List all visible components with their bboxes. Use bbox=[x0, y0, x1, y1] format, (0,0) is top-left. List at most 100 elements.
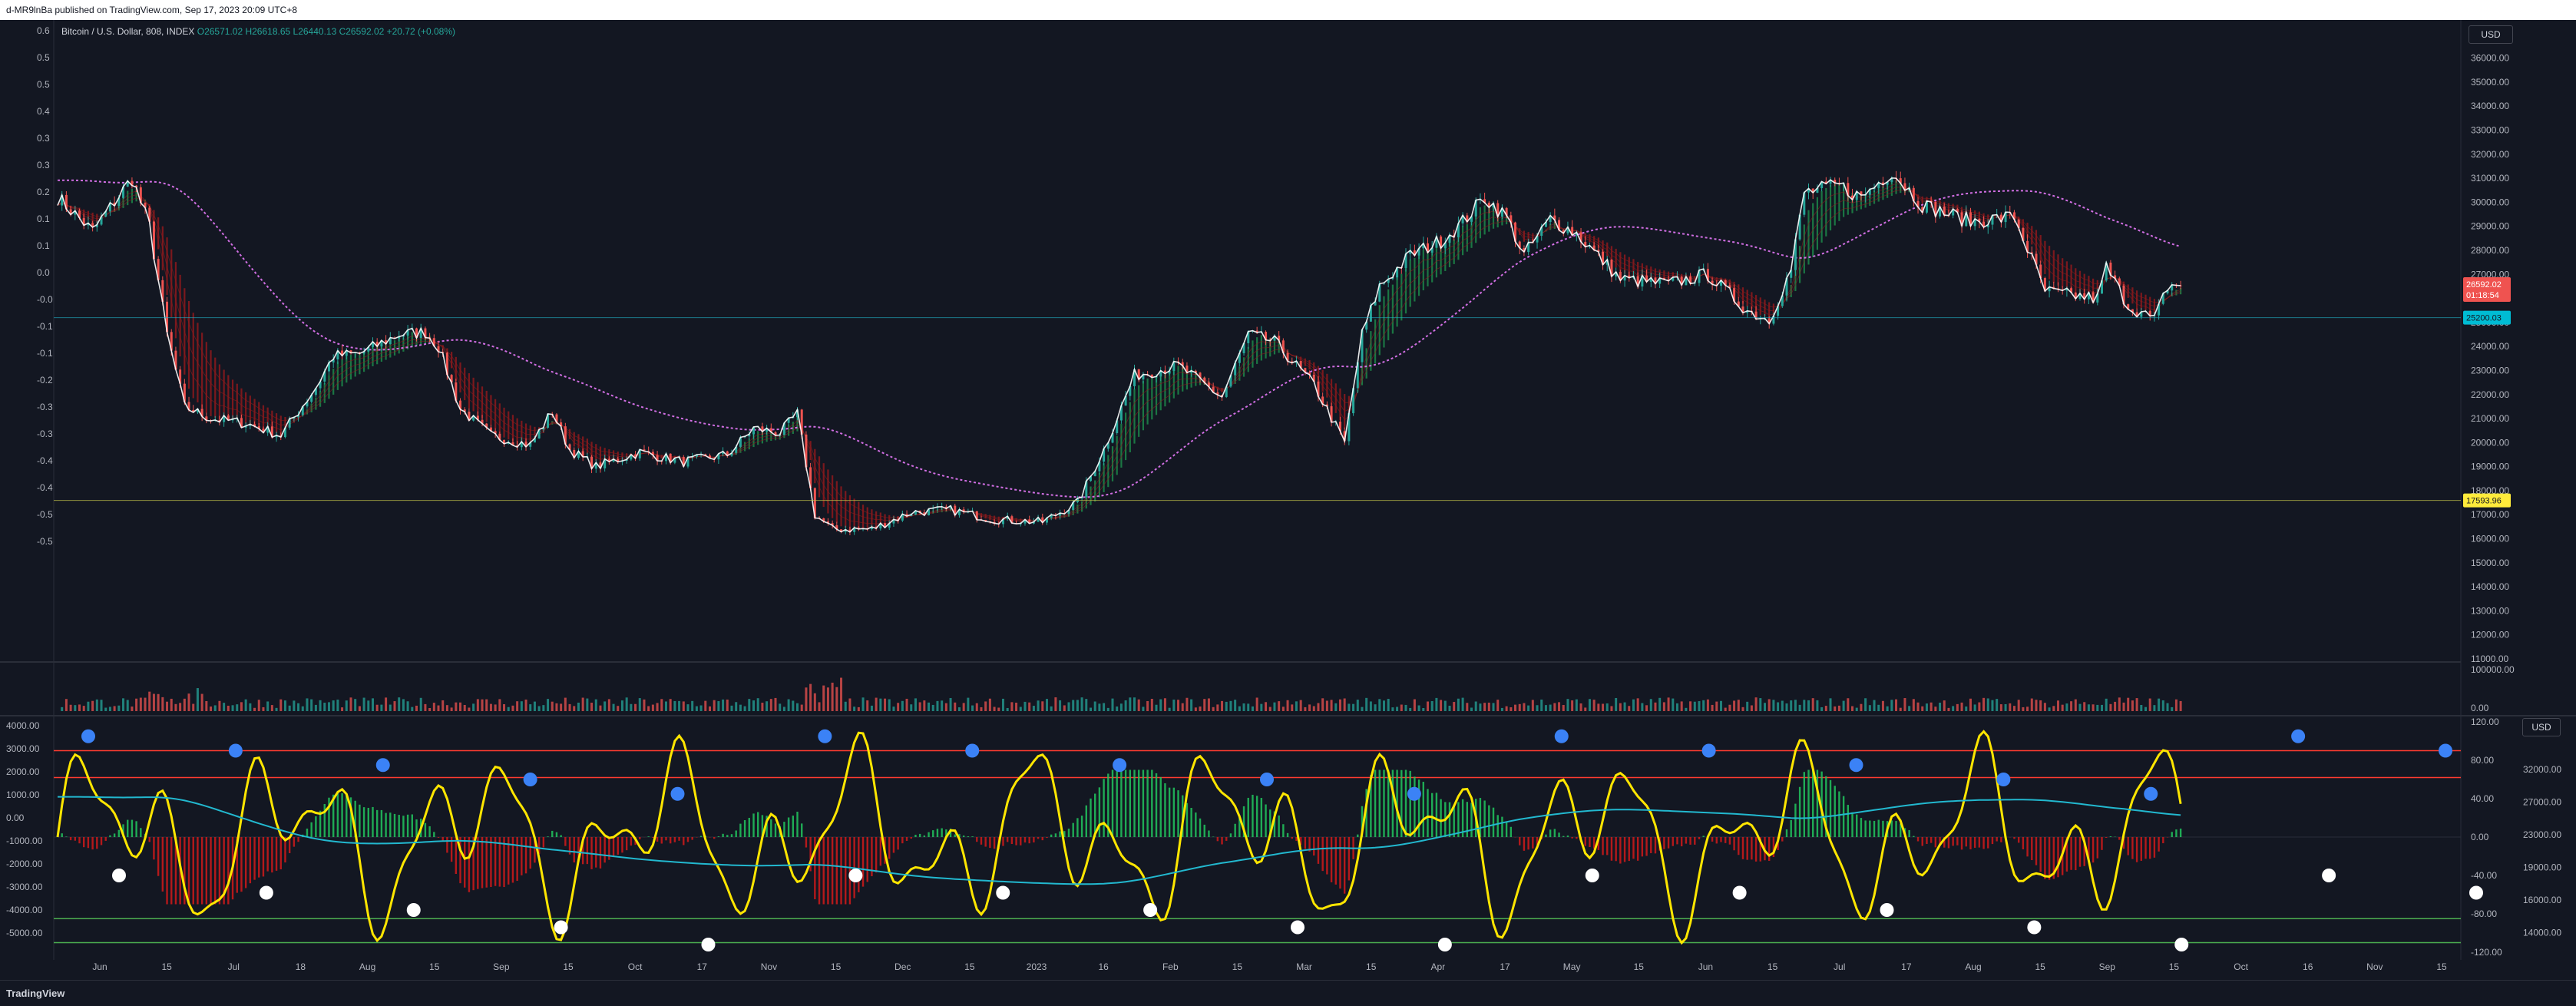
time-axis-tick: 17 bbox=[697, 961, 708, 972]
white-signal-dot bbox=[1733, 886, 1747, 900]
time-axis-tick: May bbox=[1563, 961, 1581, 972]
time-axis-tick: Jun bbox=[1698, 961, 1713, 972]
osc-axis-tick: 80.00 bbox=[2471, 755, 2494, 766]
left-axis-tick: -0.1 bbox=[37, 321, 53, 332]
price-axis-tick: 36000.00 bbox=[2471, 53, 2509, 64]
volume-axis-tick: 0.00 bbox=[2471, 703, 2489, 713]
time-axis-tick: 16 bbox=[2303, 961, 2313, 972]
time-axis-tick: Aug bbox=[1965, 961, 1981, 972]
left-axis-tick: 0.3 bbox=[37, 160, 50, 170]
left-axis-tick: -0.5 bbox=[37, 536, 53, 547]
osc-left-tick: 4000.00 bbox=[6, 720, 40, 731]
symbol-legend: Bitcoin / U.S. Dollar, 808, INDEX O26571… bbox=[61, 26, 455, 37]
blue-signal-dot bbox=[818, 730, 832, 743]
time-axis-tick: 15 bbox=[1767, 961, 1778, 972]
left-axis-tick: 0.5 bbox=[37, 79, 50, 90]
osc-axis-tick: -120.00 bbox=[2471, 947, 2502, 958]
osc-left-tick: -1000.00 bbox=[6, 836, 43, 846]
price-axis-tick: 24000.00 bbox=[2471, 341, 2509, 352]
white-signal-dot bbox=[2322, 869, 2336, 882]
time-axis-tick: 15 bbox=[964, 961, 975, 972]
time-axis-tick: Feb bbox=[1162, 961, 1179, 972]
blue-signal-dot bbox=[376, 758, 390, 772]
left-axis-tick: -0.4 bbox=[37, 455, 53, 466]
ma-ribbon bbox=[58, 180, 2181, 529]
time-axis-tick: 2023 bbox=[1027, 961, 1047, 972]
time-axis-tick: Nov bbox=[761, 961, 777, 972]
time-axis-tick: 15 bbox=[2035, 961, 2045, 972]
white-signal-dot bbox=[702, 938, 716, 951]
time-axis-tick: 15 bbox=[161, 961, 172, 972]
white-signal-dot bbox=[1143, 903, 1157, 917]
time-axis-tick: Jul bbox=[228, 961, 240, 972]
footer-bar: TradingView bbox=[0, 980, 2576, 1006]
time-axis-tick: 15 bbox=[563, 961, 574, 972]
ohlc-values: O26571.02 H26618.65 L26440.13 C26592.02 … bbox=[197, 26, 455, 37]
price-axis-tick: 11000.00 bbox=[2471, 654, 2508, 664]
price-axis-tick: 13000.00 bbox=[2471, 605, 2509, 616]
time-axis-tick: 15 bbox=[1634, 961, 1645, 972]
white-signal-dot bbox=[1880, 903, 1894, 917]
osc-left-tick: 3000.00 bbox=[6, 743, 40, 754]
price-axis-tick: 30000.00 bbox=[2471, 197, 2509, 207]
blue-signal-dot bbox=[1260, 773, 1274, 786]
osc-left-tick: 0.00 bbox=[6, 812, 25, 823]
blue-signal-dot bbox=[2144, 787, 2158, 801]
blue-signal-dot bbox=[1555, 730, 1569, 743]
left-axis-tick: 0.0 bbox=[37, 267, 50, 278]
osc-left-tick: -2000.00 bbox=[6, 859, 43, 869]
close-line bbox=[58, 178, 2181, 532]
price-axis-tick: 31000.00 bbox=[2471, 173, 2509, 184]
time-axis-tick: Jul bbox=[1834, 961, 1845, 972]
left-axis-tick: -0.3 bbox=[37, 429, 53, 439]
left-axis-tick: -0.3 bbox=[37, 402, 53, 412]
volume-axis-tick: 100000.00 bbox=[2471, 664, 2515, 675]
currency-button-lower[interactable]: USD bbox=[2522, 718, 2561, 736]
yellow-price-tag: 17593.96 bbox=[2466, 497, 2502, 506]
osc-axis-tick-secondary: 14000.00 bbox=[2523, 928, 2561, 938]
blue-signal-dot bbox=[2291, 730, 2305, 743]
time-axis-tick: 16 bbox=[1098, 961, 1109, 972]
osc-left-tick: 2000.00 bbox=[6, 766, 40, 777]
price-axis-tick: 21000.00 bbox=[2471, 413, 2509, 424]
left-axis-tick: 0.3 bbox=[37, 133, 50, 144]
price-axis-tick: 35000.00 bbox=[2471, 77, 2509, 88]
time-axis-tick: Jun bbox=[92, 961, 107, 972]
time-axis-tick: 15 bbox=[429, 961, 440, 972]
osc-axis-tick-secondary: 32000.00 bbox=[2523, 764, 2561, 775]
time-axis-tick: 15 bbox=[2436, 961, 2447, 972]
osc-axis-tick: 40.00 bbox=[2471, 793, 2494, 804]
osc-left-tick: -4000.00 bbox=[6, 905, 43, 915]
osc-axis-tick-secondary: 27000.00 bbox=[2523, 797, 2561, 808]
price-axis-tick: 17000.00 bbox=[2471, 509, 2509, 520]
blue-signal-dot bbox=[671, 787, 685, 801]
chart-canvas[interactable]: 36000.0035000.0034000.0033000.0032000.00… bbox=[0, 0, 2576, 1005]
blue-signal-dot bbox=[1996, 773, 2010, 786]
left-axis-tick: -0.2 bbox=[37, 375, 53, 386]
osc-left-tick: -3000.00 bbox=[6, 882, 43, 892]
blue-signal-dot bbox=[2439, 744, 2452, 758]
tradingview-logo: TradingView bbox=[6, 988, 64, 999]
white-signal-dot bbox=[554, 921, 568, 935]
price-axis-tick: 28000.00 bbox=[2471, 245, 2509, 256]
price-axis-tick: 15000.00 bbox=[2471, 558, 2509, 568]
left-axis-tick: 0.5 bbox=[37, 52, 50, 63]
price-axis-tick: 12000.00 bbox=[2471, 630, 2509, 640]
osc-left-tick: -5000.00 bbox=[6, 928, 43, 938]
blue-signal-dot bbox=[965, 744, 979, 758]
white-signal-dot bbox=[848, 869, 862, 882]
price-axis-tick: 20000.00 bbox=[2471, 437, 2509, 448]
price-axis-tick: 34000.00 bbox=[2471, 101, 2509, 111]
time-axis-tick: Sep bbox=[2099, 961, 2116, 972]
time-axis-tick: 15 bbox=[1232, 961, 1243, 972]
price-axis-tick: 14000.00 bbox=[2471, 581, 2509, 592]
last-price-tag-countdown: 01:18:54 bbox=[2466, 291, 2499, 300]
price-axis-tick: 23000.00 bbox=[2471, 365, 2509, 376]
osc-axis-tick: -40.00 bbox=[2471, 870, 2497, 881]
white-signal-dot bbox=[1438, 938, 1452, 951]
left-axis-tick: 0.4 bbox=[37, 106, 50, 117]
left-axis-tick: -0.4 bbox=[37, 482, 53, 493]
left-axis-tick: 0.6 bbox=[37, 25, 50, 36]
blue-signal-dot bbox=[524, 773, 537, 786]
currency-button[interactable]: USD bbox=[2469, 25, 2513, 44]
